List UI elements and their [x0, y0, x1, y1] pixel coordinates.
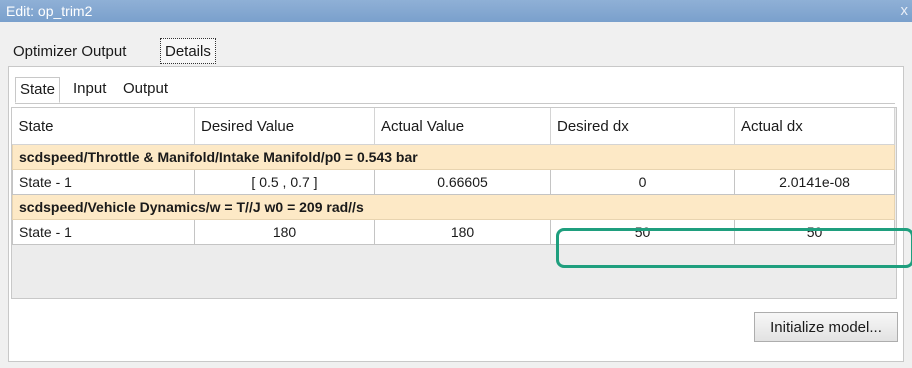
cell-actual-value: 180	[374, 219, 551, 245]
cell-state: State - 1	[12, 169, 195, 195]
inner-tab-bar: State Input Output	[15, 77, 895, 104]
title-bar: Edit: op_trim2 x	[0, 0, 912, 22]
group-row: scdspeed/Vehicle Dynamics/w = T//J w0 = …	[12, 194, 895, 220]
column-header-desired-value[interactable]: Desired Value	[194, 108, 375, 145]
cell-actual-value: 0.66605	[374, 169, 551, 195]
column-header-desired-dx[interactable]: Desired dx	[550, 108, 735, 145]
highlight-box	[556, 228, 912, 268]
group-title: scdspeed/Throttle & Manifold/Intake Mani…	[12, 144, 895, 170]
cell-state: State - 1	[12, 219, 195, 245]
tab-output[interactable]: Output	[119, 77, 172, 103]
tab-state[interactable]: State	[15, 77, 61, 103]
state-table-container[interactable]: State Desired Value Actual Value Desired…	[11, 107, 897, 299]
close-icon[interactable]: x	[901, 2, 909, 19]
table-row: State - 1 [ 0.5 , 0.7 ] 0.66605 0 2.0141…	[12, 169, 895, 195]
window-title: Edit: op_trim2	[6, 3, 93, 19]
table-header-row: State Desired Value Actual Value Desired…	[12, 108, 895, 145]
state-table: State Desired Value Actual Value Desired…	[12, 108, 895, 245]
cell-desired-value[interactable]: [ 0.5 , 0.7 ]	[194, 169, 375, 195]
group-row: scdspeed/Throttle & Manifold/Intake Mani…	[12, 144, 895, 170]
group-title: scdspeed/Vehicle Dynamics/w = T//J w0 = …	[12, 194, 895, 220]
tab-optimizer-output[interactable]: Optimizer Output	[8, 38, 131, 64]
cell-actual-dx: 2.0141e-08	[734, 169, 895, 195]
initialize-model-button[interactable]: Initialize model...	[754, 312, 898, 342]
cell-desired-value[interactable]: 180	[194, 219, 375, 245]
tab-input[interactable]: Input	[69, 77, 110, 103]
column-header-state[interactable]: State	[12, 108, 195, 145]
tab-details[interactable]: Details	[160, 38, 216, 64]
cell-desired-dx[interactable]: 0	[550, 169, 735, 195]
column-header-actual-dx[interactable]: Actual dx	[734, 108, 895, 145]
column-header-actual-value[interactable]: Actual Value	[374, 108, 551, 145]
